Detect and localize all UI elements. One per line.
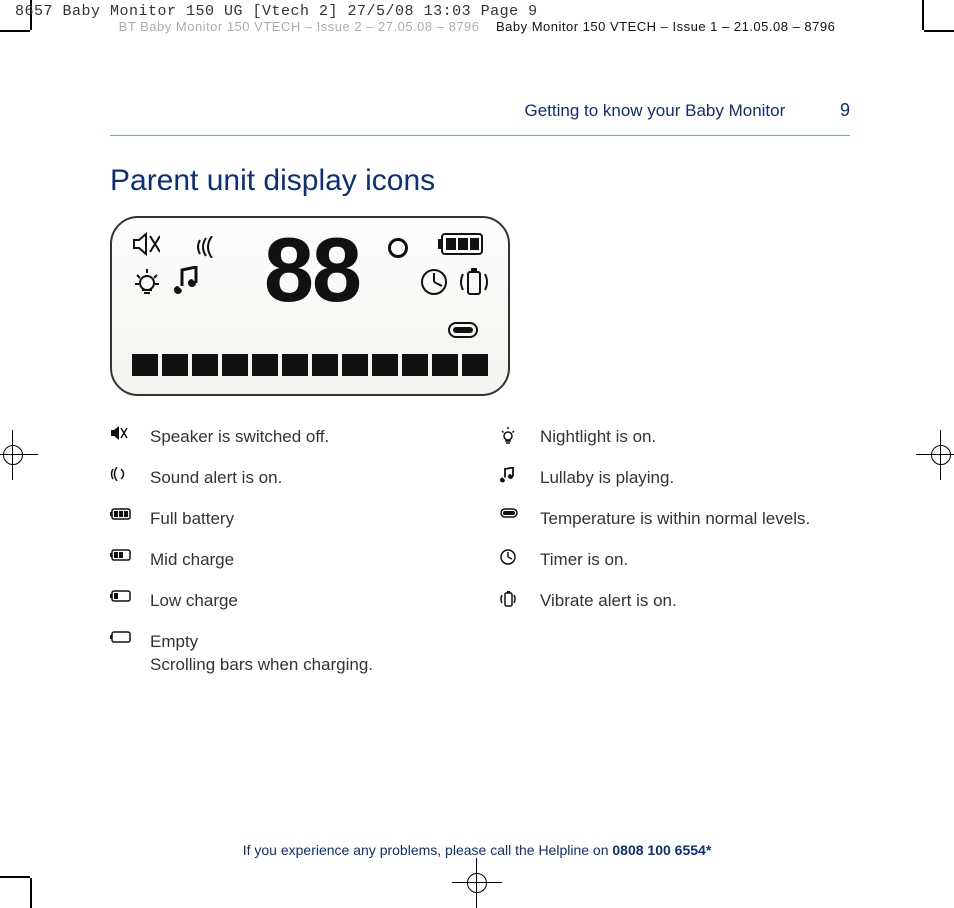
- footer-number: 0808 100 6554*: [612, 842, 711, 858]
- registration-mark: [462, 868, 492, 898]
- legend-text: Empty Scrolling bars when charging.: [150, 631, 373, 677]
- lullaby-icon: [500, 467, 514, 483]
- icon-legend: Speaker is switched off. Sound alert is …: [110, 426, 850, 695]
- sound-alert-icon: [196, 236, 230, 258]
- section-title: Parent unit display icons: [110, 164, 850, 198]
- speaker-off-icon: [110, 426, 128, 440]
- legend-row: Temperature is within normal levels.: [500, 508, 850, 531]
- lcd-display: 88: [110, 216, 510, 396]
- running-head-title: Getting to know your Baby Monitor: [524, 101, 785, 120]
- legend-column-right: Nightlight is on. Lullaby is playing. Te…: [500, 426, 850, 695]
- battery-full-icon: [110, 508, 132, 520]
- footer-prefix: If you experience any problems, please c…: [243, 842, 613, 858]
- battery-empty-icon: [110, 631, 132, 643]
- lcd-digits: 88: [262, 230, 358, 325]
- legend-row: Timer is on.: [500, 549, 850, 572]
- vibrate-icon: [458, 266, 488, 298]
- vibrate-icon: [500, 590, 516, 608]
- battery-mid-icon: [110, 549, 132, 561]
- legend-text: Nightlight is on.: [540, 426, 656, 449]
- registration-mark: [0, 440, 28, 470]
- legend-text: Sound alert is on.: [150, 467, 282, 490]
- timer-icon: [500, 549, 516, 565]
- legend-text: Vibrate alert is on.: [540, 590, 677, 613]
- battery-full-icon: [438, 232, 488, 256]
- temperature-ok-icon: [448, 322, 478, 338]
- legend-row: Vibrate alert is on.: [500, 590, 850, 613]
- battery-low-icon: [110, 590, 132, 602]
- nightlight-icon: [500, 426, 516, 444]
- lcd-bar-strip: [132, 354, 488, 376]
- sound-alert-icon: [110, 467, 126, 481]
- timer-icon: [420, 268, 448, 296]
- legend-text: Full battery: [150, 508, 234, 531]
- legend-row: Low charge: [110, 590, 460, 613]
- speaker-off-icon: [132, 232, 160, 256]
- legend-text: Timer is on.: [540, 549, 628, 572]
- legend-row: Lullaby is playing.: [500, 467, 850, 490]
- legend-row: Full battery: [110, 508, 460, 531]
- page-number: 9: [790, 100, 850, 121]
- legend-row: Empty Scrolling bars when charging.: [110, 631, 460, 677]
- footer-helpline: If you experience any problems, please c…: [0, 842, 954, 858]
- legend-row: Nightlight is on.: [500, 426, 850, 449]
- legend-text: Temperature is within normal levels.: [540, 508, 810, 531]
- running-head: Getting to know your Baby Monitor 9: [110, 100, 850, 136]
- degree-icon: [388, 238, 408, 258]
- legend-text: Low charge: [150, 590, 238, 613]
- registration-mark: [926, 440, 954, 470]
- legend-column-left: Speaker is switched off. Sound alert is …: [110, 426, 460, 695]
- legend-text: Speaker is switched off.: [150, 426, 329, 449]
- nightlight-icon: [132, 266, 162, 296]
- legend-row: Sound alert is on.: [110, 467, 460, 490]
- temperature-ok-icon: [500, 508, 518, 518]
- legend-row: Speaker is switched off.: [110, 426, 460, 449]
- prepress-line-2-left: BT Baby Monitor 150 VTECH – Issue 2 – 27…: [119, 19, 480, 34]
- prepress-line-1: 8657 Baby Monitor 150 UG [Vtech 2] 27/5/…: [15, 3, 538, 20]
- legend-text: Mid charge: [150, 549, 234, 572]
- prepress-line-2-right: Baby Monitor 150 VTECH – Issue 1 – 21.05…: [496, 19, 835, 34]
- legend-text: Lullaby is playing.: [540, 467, 674, 490]
- lullaby-icon: [174, 266, 200, 296]
- legend-row: Mid charge: [110, 549, 460, 572]
